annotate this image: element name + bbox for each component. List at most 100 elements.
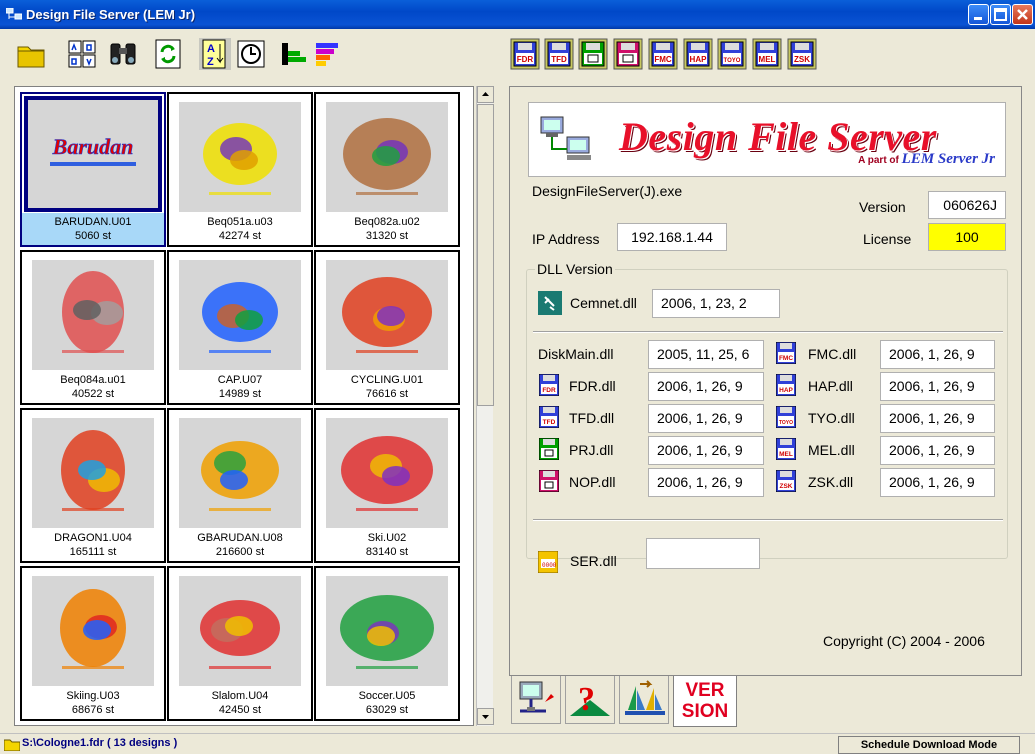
design-filename: Beq084a.u01 [60, 374, 126, 386]
sort-by-color-button[interactable] [312, 38, 344, 70]
tab-version[interactable]: VER SION [673, 676, 737, 727]
prj-format-icon [539, 438, 559, 460]
design-filename: Ski.U02 [367, 532, 407, 544]
svg-text:FDR: FDR [542, 387, 556, 394]
design-preview [326, 576, 448, 686]
fdr-format-icon: FDR [510, 38, 540, 70]
svg-text:FMC: FMC [779, 355, 793, 362]
svg-text:0000: 0000 [542, 562, 557, 569]
refresh-button[interactable] [152, 38, 184, 70]
format-mel-button[interactable]: MEL [752, 38, 782, 70]
scroll-thumb[interactable] [477, 104, 494, 406]
svg-text:?: ? [578, 681, 595, 718]
format-fdr-button[interactable]: FDR [510, 38, 540, 70]
folder-icon [4, 739, 20, 751]
sort-by-name-button[interactable]: A Z [199, 38, 231, 70]
dll-version-value: 2006, 1, 26, 9 [880, 340, 995, 369]
design-preview [179, 260, 301, 370]
design-thumbnail[interactable]: Soccer.U05 63029 st [314, 566, 460, 721]
dll-version-value: 2006, 1, 26, 9 [648, 468, 764, 497]
close-button[interactable] [1012, 4, 1033, 25]
dll-name-label: FDR.dll [569, 378, 616, 394]
format-fmc-button[interactable]: FMC [648, 38, 678, 70]
design-thumbnail[interactable]: DRAGON1.U04 165111 st [20, 408, 166, 563]
copyright-text: Copyright (C) 2004 - 2006 [823, 633, 985, 649]
tab-help[interactable]: ? [565, 676, 615, 724]
design-filename: Soccer.U05 [358, 690, 416, 702]
dll-name-label: MEL.dll [808, 442, 855, 458]
dll-version-value: 2006, 1, 26, 9 [648, 436, 764, 465]
design-filename: Beq082a.u02 [354, 216, 420, 228]
design-thumbnail[interactable]: GBARUDAN.U08 216600 st [167, 408, 313, 563]
design-preview [32, 260, 154, 370]
design-filename: Skiing.U03 [66, 690, 120, 702]
design-thumbnail[interactable]: Ski.U02 83140 st [314, 408, 460, 563]
design-thumbnail[interactable]: Beq082a.u02 31320 st [314, 92, 460, 247]
version-info-panel: Design File Server A part of LEM Server … [509, 86, 1022, 676]
sort-by-time-button[interactable] [235, 38, 267, 70]
embroidery-preview [62, 271, 124, 353]
svg-text:TFD: TFD [551, 55, 567, 64]
design-thumbnail[interactable]: Skiing.U03 68676 st [20, 566, 166, 721]
design-thumbnail-grid[interactable]: Barudan BARUDAN.U01 5060 st Beq051a.u03 … [14, 86, 474, 726]
design-preview [326, 102, 448, 212]
format-hap-button[interactable]: HAP [683, 38, 713, 70]
grid-view-button[interactable] [66, 38, 98, 70]
format-tfd-button[interactable]: TFD [544, 38, 574, 70]
hap-format-icon: HAP [683, 38, 713, 70]
design-thumbnail[interactable]: Beq051a.u03 42274 st [167, 92, 313, 247]
dll-name-label: FMC.dll [808, 346, 857, 362]
design-preview [179, 576, 301, 686]
minimize-button[interactable] [968, 4, 989, 25]
design-caption: Beq084a.u01 40522 st [22, 371, 164, 403]
svg-text:MEL: MEL [779, 451, 793, 458]
design-caption: Beq082a.u02 31320 st [316, 213, 458, 245]
sort-by-size-button[interactable] [278, 38, 310, 70]
find-button[interactable] [107, 38, 139, 70]
svg-text:HAP: HAP [779, 387, 793, 394]
design-filename: Beq051a.u03 [207, 216, 273, 228]
prj-format-icon [578, 38, 608, 70]
design-thumbnail[interactable]: Beq084a.u01 40522 st [20, 250, 166, 405]
dll-version-value: 2006, 1, 26, 9 [648, 404, 764, 433]
thumbnail-scrollbar[interactable] [476, 86, 494, 726]
svg-text:FDR: FDR [517, 55, 534, 64]
app-icon [6, 8, 22, 20]
dll-version-value: 2005, 11, 25, 6 [648, 340, 764, 369]
design-caption: CAP.U07 14989 st [169, 371, 311, 403]
dll-version-value: 2006, 1, 26, 9 [880, 404, 995, 433]
format-prj-button[interactable] [578, 38, 608, 70]
license-value: 100 [928, 223, 1006, 251]
tab-sailboats[interactable] [619, 676, 669, 724]
mel-format-icon: MEL [752, 38, 782, 70]
svg-text:TFD: TFD [543, 419, 556, 426]
open-folder-button[interactable] [15, 38, 47, 70]
design-thumbnail[interactable]: Slalom.U04 42450 st [167, 566, 313, 721]
dll-version-value: 2006, 1, 26, 9 [880, 372, 995, 401]
format-nop-button[interactable] [613, 38, 643, 70]
dll-name-label: PRJ.dll [569, 442, 614, 458]
toyo-format-icon: TOYO [776, 406, 796, 428]
tab-network[interactable] [511, 676, 561, 724]
fmc-format-icon: FMC [648, 38, 678, 70]
design-thumbnail[interactable]: CAP.U07 14989 st [167, 250, 313, 405]
scroll-up-button[interactable] [477, 86, 494, 103]
design-stitch-count: 216600 st [215, 546, 265, 558]
format-toyo-button[interactable]: TOYO [717, 38, 747, 70]
format-zsk-button[interactable]: ZSK [787, 38, 817, 70]
scroll-down-button[interactable] [477, 708, 494, 725]
design-thumbnail[interactable]: CYCLING.U01 76616 st [314, 250, 460, 405]
svg-text:Z: Z [207, 56, 214, 68]
svg-text:TOYO: TOYO [724, 58, 741, 64]
design-stitch-count: 40522 st [71, 388, 115, 400]
maximize-icon [994, 8, 1007, 21]
close-icon [1017, 9, 1028, 20]
dll-name-label: ZSK.dll [808, 474, 854, 490]
banner-subtitle: A part of LEM Server Jr [858, 151, 995, 168]
embroidery-preview [61, 430, 125, 511]
design-thumbnail[interactable]: Barudan BARUDAN.U01 5060 st [20, 92, 166, 247]
design-preview [326, 260, 448, 370]
ser-dll-version [646, 538, 760, 569]
design-caption: Beq051a.u03 42274 st [169, 213, 311, 245]
maximize-button[interactable] [990, 4, 1011, 25]
